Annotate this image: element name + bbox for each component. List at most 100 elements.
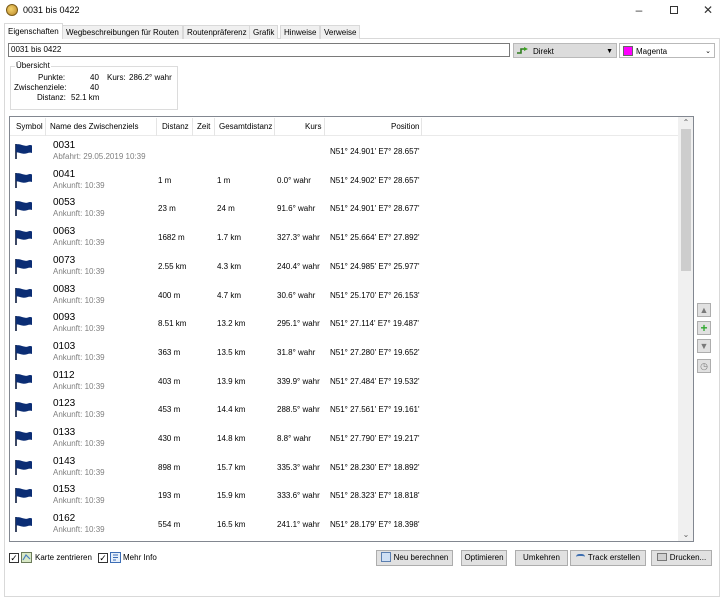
table-row[interactable]: 0153 Ankunft: 10:39 193 m 15.9 km 333.6° wah… <box>10 481 678 510</box>
app-icon <box>6 4 18 16</box>
total-distance-cell: 15.9 km <box>217 491 246 501</box>
course-cell: 339.9° wahr <box>277 376 320 386</box>
route-color-select[interactable]: Magenta ⌄ <box>619 43 715 58</box>
total-distance-cell: 13.9 km <box>217 376 246 386</box>
table-row[interactable]: 0133 Ankunft: 10:39 430 m 14.8 km 8.8° wahr N… <box>10 424 678 453</box>
course-cell: 0.0° wahr <box>277 175 311 185</box>
vertical-scrollbar[interactable]: ⌃ ⌄ <box>678 117 693 541</box>
waypoint-name: 0103 <box>53 340 76 352</box>
title-bar: 0031 bis 0422 – ✕ <box>0 0 725 22</box>
waypoint-name: 0073 <box>53 254 76 266</box>
move-up-button[interactable]: ▲ <box>697 303 711 317</box>
clock-icon[interactable]: ◷ <box>697 359 711 373</box>
window-title: 0031 bis 0422 <box>23 5 80 15</box>
course-cell: 288.5° wahr <box>277 405 320 415</box>
header-name[interactable]: Name des Zwischenziels <box>50 122 138 131</box>
tab-grafik[interactable]: Grafik <box>249 25 279 39</box>
table-row[interactable]: 0053 Ankunft: 10:39 23 m 24 m 91.6° wahr N51°… <box>10 194 678 223</box>
tab-eigenschaften[interactable]: Eigenschaften <box>4 23 63 40</box>
blue-flag-icon <box>15 201 32 217</box>
track-erstellen-button[interactable]: Track erstellen <box>570 550 646 566</box>
mehr-info-checkbox[interactable]: ✓ <box>98 553 108 563</box>
overview-title: Übersicht <box>15 61 51 70</box>
blue-flag-icon <box>15 172 32 188</box>
header-symbol[interactable]: Symbol <box>16 122 43 131</box>
waypoint-name: 0093 <box>53 312 76 324</box>
table-row[interactable]: 0172 <box>10 539 678 541</box>
tab-wegbeschreibungen[interactable]: Wegbeschreibungen für Routen <box>62 25 183 39</box>
waypoint-time: Ankunft: 10:39 <box>53 295 105 305</box>
distance-cell: 1682 m <box>158 233 185 243</box>
minimize-button[interactable]: – <box>622 0 656 22</box>
total-distance-cell: 4.7 km <box>217 290 242 300</box>
blue-flag-icon <box>15 144 32 159</box>
table-row[interactable]: 0031 Abfahrt: 29.05.2019 10:39 N51° 24.901… <box>10 137 678 166</box>
route-mode-select[interactable]: Direkt ▼ <box>513 43 617 58</box>
header-kurs[interactable]: Kurs <box>305 122 321 131</box>
distance-cell: 363 m <box>158 347 181 357</box>
table-row[interactable]: 0103 Ankunft: 10:39 363 m 13.5 km 31.8° wahr… <box>10 338 678 367</box>
optimieren-button[interactable]: Optimieren <box>461 550 507 566</box>
total-distance-cell: 13.2 km <box>217 319 246 329</box>
distance-cell: 193 m <box>158 491 181 501</box>
distance-cell: 430 m <box>158 434 181 443</box>
drucken-button[interactable]: Drucken... <box>651 550 712 566</box>
blue-flag-icon <box>15 373 32 389</box>
route-name-input[interactable]: 0031 bis 0422 <box>8 43 510 57</box>
waypoint-time: Ankunft: 10:39 <box>53 381 105 391</box>
color-swatch <box>623 46 633 56</box>
scroll-up-icon[interactable]: ⌃ <box>678 117 693 129</box>
distance-cell: 403 m <box>158 376 181 386</box>
table-row[interactable]: 0143 Ankunft: 10:39 898 m 15.7 km 335.3° wah… <box>10 453 678 482</box>
tab-hinweise[interactable]: Hinweise <box>280 25 321 39</box>
position-cell: N51° 28.230' E7° 18.892' <box>330 462 420 472</box>
zwischenziele-label: Zwischenziele: <box>14 83 67 92</box>
umkehren-button[interactable]: Umkehren <box>515 550 568 566</box>
table-row[interactable]: 0162 Ankunft: 10:39 554 m 16.5 km 241.1° wah… <box>10 510 678 539</box>
move-down-button[interactable]: ▼ <box>697 339 711 353</box>
header-position[interactable]: Position <box>391 122 419 131</box>
add-waypoint-button[interactable]: + <box>697 321 711 335</box>
close-button[interactable]: ✕ <box>691 0 725 22</box>
scroll-thumb[interactable] <box>681 129 691 271</box>
course-cell: 327.3° wahr <box>277 233 320 243</box>
track-erstellen-label: Track erstellen <box>587 553 641 562</box>
total-distance-cell: 13.5 km <box>217 347 246 357</box>
maximize-button[interactable] <box>657 0 691 22</box>
waypoint-time: Ankunft: 10:39 <box>53 410 105 420</box>
course-cell: 8.8° wahr <box>277 434 311 443</box>
table-row[interactable]: 0073 Ankunft: 10:39 2.55 km 4.3 km 240.4° wa… <box>10 252 678 281</box>
table-row[interactable]: 0041 Ankunft: 10:39 1 m 1 m 0.0° wahr N51° 24… <box>10 166 678 195</box>
header-gesamtdistanz[interactable]: Gesamtdistanz <box>219 122 272 131</box>
table-row[interactable]: 0063 Ankunft: 10:39 1682 m 1.7 km 327.3° wah… <box>10 223 678 252</box>
table-row[interactable]: 0093 Ankunft: 10:39 8.51 km 13.2 km 295.1° w… <box>10 309 678 338</box>
waypoint-time: Ankunft: 10:39 <box>53 324 105 334</box>
dropdown-arrow-icon: ▼ <box>606 48 613 55</box>
track-icon <box>575 553 585 560</box>
neu-berechnen-button[interactable]: Neu berechnen <box>376 550 453 566</box>
position-cell: N51° 27.484' E7° 19.532' <box>330 376 420 386</box>
table-row[interactable]: 0112 Ankunft: 10:39 403 m 13.9 km 339.9° wah… <box>10 367 678 396</box>
course-cell: 241.1° wahr <box>277 520 320 530</box>
table-row[interactable]: 0123 Ankunft: 10:39 453 m 14.4 km 288.5° wah… <box>10 395 678 424</box>
karte-zentrieren-checkbox[interactable]: ✓ <box>9 553 19 563</box>
chevron-down-icon: ⌄ <box>705 48 711 55</box>
tab-verweise[interactable]: Verweise <box>320 25 361 39</box>
waypoint-list[interactable]: Symbol Name des Zwischenziels Distanz Ze… <box>9 116 694 542</box>
blue-flag-icon <box>15 230 32 246</box>
header-distanz[interactable]: Distanz <box>162 122 189 131</box>
position-cell: N51° 27.790' E7° 19.217' <box>330 434 420 443</box>
distanz-label: Distanz: <box>37 93 66 102</box>
table-row[interactable]: 0083 Ankunft: 10:39 400 m 4.7 km 30.6° wahr N… <box>10 281 678 310</box>
total-distance-cell: 24 m <box>217 204 235 214</box>
header-zeit[interactable]: Zeit <box>197 122 210 131</box>
distanz-value: 52.1 km <box>71 93 100 102</box>
waypoint-name: 0053 <box>53 197 76 209</box>
position-cell: N51° 24.901' E7° 28.657' <box>330 147 420 156</box>
kurs-label: Kurs: <box>107 73 126 82</box>
tab-routenpraeferenz[interactable]: Routenpräferenz <box>183 25 251 39</box>
maximize-icon <box>670 6 678 14</box>
blue-flag-icon <box>15 402 32 418</box>
waypoint-time: Ankunft: 10:39 <box>53 525 105 535</box>
scroll-down-icon[interactable]: ⌄ <box>678 529 693 541</box>
